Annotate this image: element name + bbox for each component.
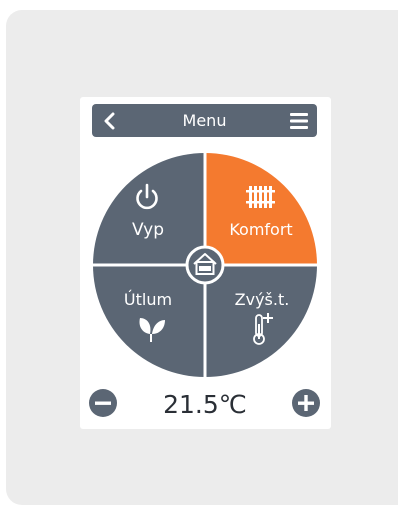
mode-comfort-quadrant[interactable] — [205, 153, 317, 265]
mode-boost-label: Zvýš.t. — [235, 290, 290, 309]
minus-icon — [95, 401, 111, 405]
radiator-icon — [246, 186, 275, 208]
mode-boost-quadrant[interactable] — [205, 265, 317, 377]
mode-off-label: Vyp — [132, 220, 164, 240]
increase-button[interactable] — [292, 389, 320, 417]
mode-reduced-quadrant[interactable] — [93, 265, 205, 377]
temperature-readout: 21.5℃ — [163, 390, 247, 419]
mode-dial: Vyp Komfort Útlum Zvýš.t. — [89, 153, 320, 417]
mode-reduced-label: Útlum — [124, 290, 172, 309]
mode-comfort-label: Komfort — [229, 220, 292, 239]
home-button[interactable] — [185, 245, 225, 285]
decrease-button[interactable] — [89, 389, 117, 417]
mode-off-quadrant[interactable] — [93, 153, 205, 265]
